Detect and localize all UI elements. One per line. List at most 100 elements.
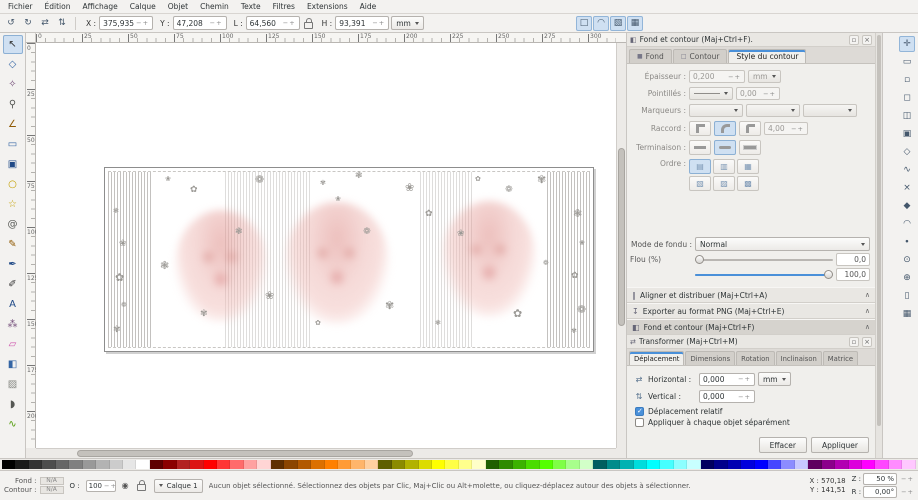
palette-swatch[interactable] <box>795 460 808 469</box>
menu-aide[interactable]: Aide <box>354 1 383 12</box>
snap-line-midpoint[interactable]: ∙ <box>899 234 915 250</box>
tab-inclinaison[interactable]: Inclinaison <box>776 351 822 365</box>
dock-scrollbar-thumb[interactable] <box>877 35 881 426</box>
zoom-spinner[interactable]: −+ <box>901 475 914 483</box>
snap-nodes[interactable]: ◇ <box>899 144 915 160</box>
paint-order-button[interactable]: ▨ <box>713 176 735 191</box>
palette-swatch[interactable] <box>593 460 606 469</box>
palette-swatch[interactable] <box>2 460 15 469</box>
measure-tool[interactable]: ∠ <box>3 115 23 134</box>
horizontal-scrollbar[interactable] <box>36 448 616 458</box>
palette-swatch[interactable] <box>714 460 727 469</box>
paint-order-button[interactable]: ▥ <box>713 159 735 174</box>
text-tool[interactable]: A <box>3 295 23 314</box>
palette-swatch[interactable] <box>647 460 660 469</box>
fill-stroke-indicator[interactable]: Fond : N/A Contour : N/A <box>4 477 64 494</box>
panel-close-button[interactable]: × <box>862 337 872 347</box>
dash-offset-input[interactable]: 0,00−+ <box>736 87 780 100</box>
palette-swatch[interactable] <box>392 460 405 469</box>
palette-swatch[interactable] <box>486 460 499 469</box>
snap-grid-guide[interactable]: ▦ <box>899 306 915 322</box>
zoom-input[interactable]: 50 % <box>863 473 897 485</box>
palette-swatch[interactable] <box>781 460 794 469</box>
palette-swatch[interactable] <box>311 460 324 469</box>
palette-swatch[interactable] <box>56 460 69 469</box>
export-png-panel-toggle[interactable]: ↧Exporter au format PNG (Maj+Ctrl+E)∧ <box>627 303 875 319</box>
blur-slider[interactable] <box>695 254 833 265</box>
connector-tool[interactable]: ∿ <box>3 415 23 434</box>
palette-swatch[interactable] <box>271 460 284 469</box>
ellipse-tool[interactable]: ○ <box>3 175 23 194</box>
palette-swatch[interactable] <box>257 460 270 469</box>
palette-swatch[interactable] <box>378 460 391 469</box>
palette-swatch[interactable] <box>620 460 633 469</box>
palette-swatch[interactable] <box>701 460 714 469</box>
palette-swatch[interactable] <box>822 460 835 469</box>
y-spinner[interactable]: −+ <box>210 19 223 27</box>
opacity-slider-thumb[interactable] <box>824 270 833 279</box>
affect-corners-toggle[interactable]: ◠ <box>593 16 609 31</box>
selector-tool[interactable]: ↖ <box>3 35 23 54</box>
rotate-ccw-button[interactable]: ↺ <box>3 16 19 31</box>
dash-pattern-select[interactable] <box>689 87 733 100</box>
snap-smooth-node[interactable]: ◠ <box>899 216 915 232</box>
tab-rotation[interactable]: Rotation <box>736 351 774 365</box>
align-distribute-panel-toggle[interactable]: ∥Aligner et distribuer (Maj+Ctrl+A)∧ <box>627 287 875 303</box>
flip-horizontal-button[interactable]: ⇄ <box>37 16 53 31</box>
snap-object-center[interactable]: ⊙ <box>899 252 915 268</box>
palette-swatch[interactable] <box>459 460 472 469</box>
palette-swatch[interactable] <box>244 460 257 469</box>
snap-bbox-edge[interactable]: ▫ <box>899 72 915 88</box>
marker-start-select[interactable] <box>689 104 743 117</box>
menu-texte[interactable]: Texte <box>235 1 267 12</box>
horizontal-spinner[interactable]: −+ <box>738 375 751 383</box>
fill-swatch[interactable]: N/A <box>40 477 64 485</box>
cap-round-button[interactable] <box>714 140 736 155</box>
menu-fichier[interactable]: Fichier <box>2 1 39 12</box>
cap-butt-button[interactable] <box>689 140 711 155</box>
palette-swatch[interactable] <box>755 460 768 469</box>
snap-rotation-center[interactable]: ⊕ <box>899 270 915 286</box>
opacity-slider[interactable] <box>695 269 833 280</box>
pencil-tool[interactable]: ✎ <box>3 235 23 254</box>
palette-swatch[interactable] <box>83 460 96 469</box>
palette-swatch[interactable] <box>150 460 163 469</box>
palette-swatch[interactable] <box>230 460 243 469</box>
affect-stroke-toggle[interactable]: □ <box>576 16 592 31</box>
palette-swatch[interactable] <box>902 460 915 469</box>
snap-enable[interactable]: ✛ <box>899 36 915 52</box>
width-input[interactable]: 64,560−+ <box>246 16 300 30</box>
transform-panel-header[interactable]: ⇄ Transformer (Maj+Ctrl+M) ▫ × <box>627 335 875 349</box>
palette-swatch[interactable] <box>513 460 526 469</box>
menu-chemin[interactable]: Chemin <box>194 1 235 12</box>
paint-order-button[interactable]: ▤ <box>689 159 711 174</box>
opacity-statusbar-spinner[interactable]: −+ <box>104 482 117 490</box>
palette-swatch[interactable] <box>110 460 123 469</box>
palette-swatch[interactable] <box>553 460 566 469</box>
palette-swatch[interactable] <box>540 460 553 469</box>
stroke-width-input[interactable]: 0,200−+ <box>689 70 745 83</box>
join-miter-button[interactable] <box>689 121 711 136</box>
rectangle-tool[interactable]: ▭ <box>3 135 23 154</box>
dash-offset-spinner[interactable]: −+ <box>763 90 776 98</box>
apply-button[interactable]: Appliquer <box>811 437 869 453</box>
rotation-input[interactable]: 0,00° <box>863 486 897 498</box>
palette-swatch[interactable] <box>96 460 109 469</box>
palette-swatch[interactable] <box>298 460 311 469</box>
pen-tool[interactable]: ✒ <box>3 255 23 274</box>
tab-style-du-contour[interactable]: Style du contour <box>728 49 806 63</box>
layer-visibility-icon[interactable]: ◉ <box>122 481 129 490</box>
layer-select[interactable]: Calque 1 <box>154 479 203 493</box>
miter-limit-input[interactable]: 4,00−+ <box>764 122 808 135</box>
panel-float-button[interactable]: ▫ <box>849 337 859 347</box>
palette-swatch[interactable] <box>15 460 28 469</box>
dropper-tool[interactable]: ◗ <box>3 395 23 414</box>
menu-extensions[interactable]: Extensions <box>301 1 354 12</box>
palette-swatch[interactable] <box>499 460 512 469</box>
menu-edition[interactable]: Édition <box>39 1 77 12</box>
paint-order-button[interactable]: ▩ <box>737 176 759 191</box>
palette-swatch[interactable] <box>405 460 418 469</box>
stroke-swatch[interactable]: N/A <box>40 486 64 494</box>
vertical-scrollbar[interactable] <box>616 43 626 448</box>
apply-separately-checkbox[interactable] <box>635 418 644 427</box>
